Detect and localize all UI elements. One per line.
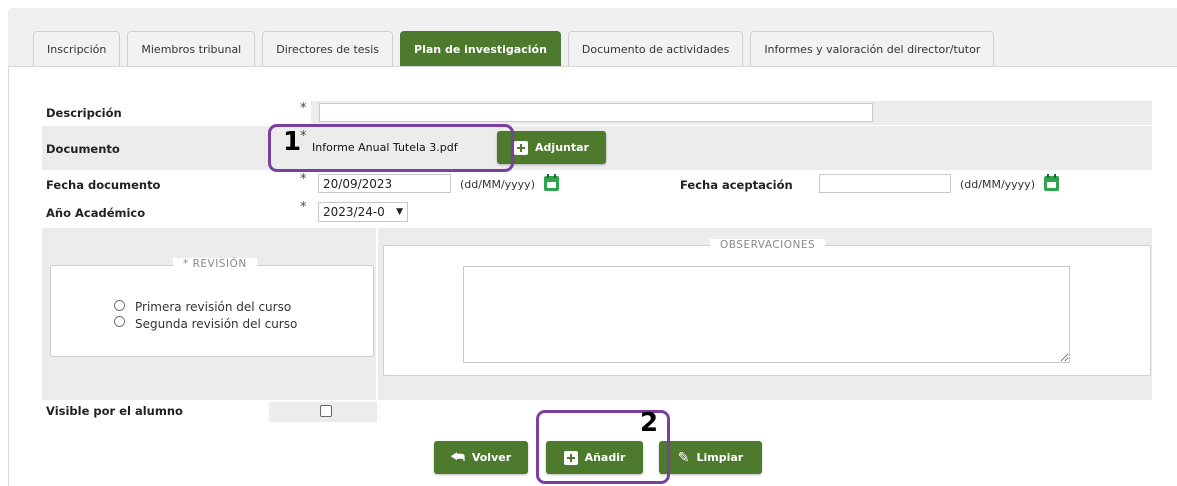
tab-miembros-tribunal[interactable]: Miembros tribunal xyxy=(127,31,256,66)
visible-alumno-label: Visible por el alumno xyxy=(46,404,183,418)
fecha-aceptacion-input[interactable] xyxy=(819,174,951,193)
visible-alumno-checkbox[interactable] xyxy=(320,405,332,417)
fecha-aceptacion-format: (dd/MM/yyyy) xyxy=(960,178,1035,191)
limpiar-label: Limpiar xyxy=(696,451,744,464)
volver-label: Volver xyxy=(471,451,512,464)
chevron-down-icon: ▼ xyxy=(396,207,403,217)
descripcion-label: Descripción xyxy=(46,106,122,120)
volver-button[interactable]: ⮪ Volver xyxy=(434,441,528,474)
tab-bar: Inscripción Miembros tribunal Directores… xyxy=(33,31,995,66)
segunda-revision-label: Segunda revisión del curso xyxy=(135,317,298,331)
fecha-documento-input[interactable] xyxy=(318,174,451,193)
observaciones-legend: OBSERVACIONES xyxy=(710,239,826,251)
tab-documento-actividades[interactable]: Documento de actividades xyxy=(567,31,744,66)
eraser-icon: ✎ xyxy=(677,449,690,466)
back-arrow-icon: ⮪ xyxy=(450,448,465,466)
area-divider xyxy=(376,228,378,400)
tab-plan-investigacion[interactable]: Plan de investigación xyxy=(400,31,561,66)
descripcion-input[interactable] xyxy=(319,103,873,122)
anio-academico-value: 2023/24-0 xyxy=(323,205,385,219)
calendar-icon[interactable] xyxy=(544,174,559,191)
adjuntar-label: Adjuntar xyxy=(535,141,589,154)
fecha-documento-required-mark: * xyxy=(300,172,307,187)
observaciones-textarea[interactable] xyxy=(463,266,1070,363)
fecha-documento-label: Fecha documento xyxy=(46,178,161,192)
fecha-aceptacion-label: Fecha aceptación xyxy=(680,178,793,192)
radio-primera-revision[interactable] xyxy=(114,300,125,311)
limpiar-button[interactable]: ✎ Limpiar xyxy=(659,441,762,474)
radio-segunda-revision[interactable] xyxy=(114,316,125,327)
anio-academico-label: Año Académico xyxy=(46,206,146,220)
annotation-number-2: 2 xyxy=(640,408,659,438)
tab-inscripcion[interactable]: Inscripción xyxy=(33,31,121,66)
fecha-documento-format: (dd/MM/yyyy) xyxy=(460,178,535,191)
anio-required-mark: * xyxy=(300,200,307,215)
primera-revision-label: Primera revisión del curso xyxy=(135,300,292,314)
tab-informes-valoracion[interactable]: Informes y valoración del director/tutor xyxy=(750,31,995,66)
tab-directores-tesis[interactable]: Directores de tesis xyxy=(262,31,394,66)
calendar-icon[interactable] xyxy=(1044,174,1059,191)
documento-label: Documento xyxy=(46,142,120,156)
descripcion-required-mark: * xyxy=(300,101,307,116)
annotation-box-1 xyxy=(268,124,514,172)
revision-legend: * REVISIÓN xyxy=(173,258,257,270)
annotation-number-1: 1 xyxy=(283,127,302,157)
plus-icon xyxy=(514,140,529,155)
anio-academico-select[interactable]: 2023/24-0 ▼ xyxy=(318,202,408,222)
